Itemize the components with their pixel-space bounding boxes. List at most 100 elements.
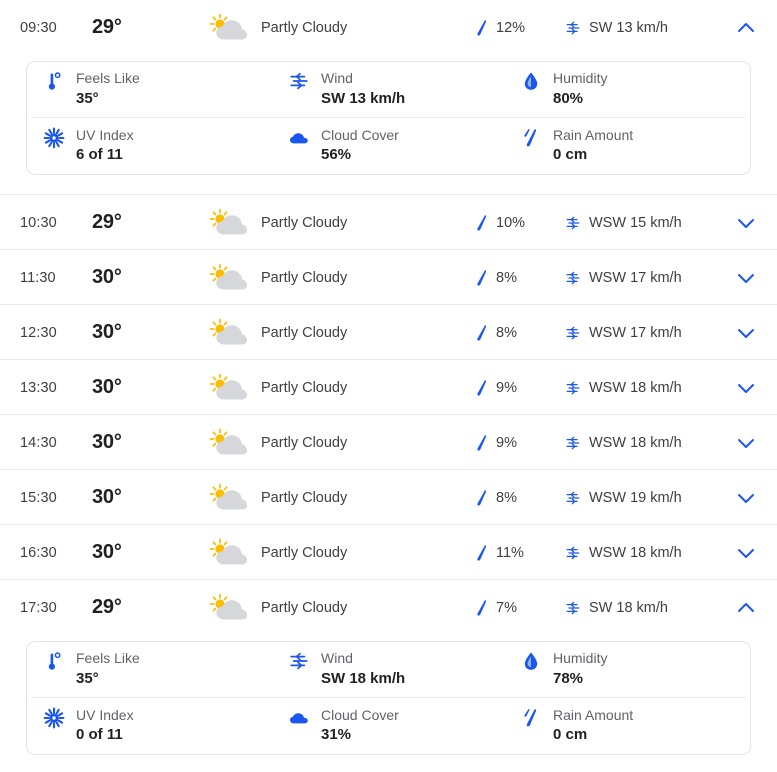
- hour-time: 17:30: [20, 599, 57, 616]
- thermometer-icon: [48, 652, 61, 671]
- hour-wind: WSW 18 km/h: [565, 379, 715, 397]
- rain-drops-icon: [524, 128, 537, 147]
- precipitation-value: 8%: [496, 269, 517, 286]
- partly-cloudy-icon: [209, 208, 247, 234]
- chevron-down-icon[interactable]: [735, 322, 757, 344]
- condition-label: Partly Cloudy: [261, 214, 348, 231]
- hourly-row[interactable]: 16:30 30° Partly Cloudy 11% WSW 18 km/h: [0, 525, 777, 580]
- hour-precipitation: 8%: [473, 324, 565, 342]
- detail-rain-amount: Rain Amount 0 cm: [508, 127, 746, 165]
- chevron-down-icon[interactable]: [735, 487, 757, 509]
- chevron-up-icon[interactable]: [735, 17, 757, 39]
- detail-label: Cloud Cover: [321, 126, 399, 143]
- expand-toggle[interactable]: [715, 597, 777, 619]
- hourly-row[interactable]: 10:30 29° Partly Cloudy 10% WSW 15 km/h: [0, 195, 777, 250]
- chevron-down-icon[interactable]: [735, 377, 757, 399]
- chevron-down-icon[interactable]: [735, 267, 757, 289]
- raindrop-icon: [477, 544, 487, 561]
- wind-icon: [566, 436, 580, 449]
- hourly-row[interactable]: 15:30 30° Partly Cloudy 8% WSW 19 km/h: [0, 470, 777, 525]
- hour-temperature: 29°: [92, 16, 122, 38]
- wind-value: WSW 15 km/h: [589, 214, 682, 231]
- hour-precipitation: 9%: [473, 434, 565, 452]
- detail-label: Wind: [321, 650, 353, 667]
- partly-cloudy-icon: [209, 428, 247, 454]
- detail-value: 6 of 11: [76, 146, 123, 164]
- detail-humidity: Humidity 80%: [508, 70, 746, 108]
- detail-cloud-cover: Cloud Cover 31%: [276, 707, 508, 745]
- hour-time: 16:30: [20, 544, 57, 561]
- hour-condition: Partly Cloudy: [197, 208, 473, 238]
- hourly-row[interactable]: 11:30 30° Partly Cloudy 8% WSW 17 km/h: [0, 250, 777, 305]
- condition-label: Partly Cloudy: [261, 19, 348, 36]
- detail-value: 35°: [76, 669, 99, 687]
- wind-icon: [290, 653, 308, 670]
- partly-cloudy-icon: [209, 318, 247, 344]
- hourly-row[interactable]: 14:30 30° Partly Cloudy 9% WSW 18 km/h: [0, 415, 777, 470]
- hour-condition: Partly Cloudy: [197, 428, 473, 458]
- detail-value: 80%: [553, 89, 584, 107]
- partly-cloudy-icon: [209, 373, 247, 399]
- hour-precipitation: 11%: [473, 544, 565, 562]
- hourly-row[interactable]: 09:30 29° Partly Cloudy 12% SW 13 km/h: [0, 0, 777, 55]
- hour-wind: WSW 19 km/h: [565, 489, 715, 507]
- detail-wind: Wind SW 18 km/h: [276, 650, 508, 688]
- hourly-row[interactable]: 13:30 30° Partly Cloudy 9% WSW 18 km/h: [0, 360, 777, 415]
- wind-icon: [566, 326, 580, 339]
- chevron-down-icon[interactable]: [735, 432, 757, 454]
- expand-toggle[interactable]: [715, 377, 777, 399]
- detail-label: UV Index: [76, 126, 134, 143]
- precipitation-value: 9%: [496, 379, 517, 396]
- hour-wind: WSW 18 km/h: [565, 434, 715, 452]
- raindrop-icon: [477, 324, 487, 341]
- hour-condition: Partly Cloudy: [197, 13, 473, 43]
- chevron-down-icon[interactable]: [735, 212, 757, 234]
- detail-label: UV Index: [76, 706, 134, 723]
- hour-wind: SW 18 km/h: [565, 599, 715, 617]
- hourly-forecast-list: 09:30 29° Partly Cloudy 12% SW 13 km/h F…: [0, 0, 777, 765]
- hour-time: 15:30: [20, 489, 57, 506]
- hour-temperature: 30°: [92, 431, 122, 453]
- precipitation-value: 12%: [496, 19, 526, 36]
- hour-wind: WSW 17 km/h: [565, 324, 715, 342]
- hour-precipitation: 8%: [473, 269, 565, 287]
- wind-icon: [566, 546, 580, 559]
- hour-precipitation: 9%: [473, 379, 565, 397]
- precipitation-value: 11%: [496, 544, 524, 561]
- hour-temperature: 29°: [92, 596, 122, 618]
- hour-precipitation: 7%: [473, 599, 565, 617]
- detail-label: Humidity: [553, 650, 608, 667]
- detail-feels-like: Feels Like 35°: [31, 70, 276, 108]
- partly-cloudy-icon: [209, 13, 247, 39]
- precipitation-value: 7%: [496, 599, 517, 616]
- wind-icon: [290, 73, 308, 90]
- sun-burst-icon: [43, 127, 65, 149]
- raindrop-icon: [477, 434, 487, 451]
- expand-toggle[interactable]: [715, 542, 777, 564]
- hour-time: 10:30: [20, 214, 57, 231]
- chevron-down-icon[interactable]: [735, 542, 757, 564]
- detail-rain-amount: Rain Amount 0 cm: [508, 707, 746, 745]
- expand-toggle[interactable]: [715, 267, 777, 289]
- hourly-row[interactable]: 17:30 29° Partly Cloudy 7% SW 18 km/h: [0, 580, 777, 635]
- precipitation-value: 8%: [496, 324, 517, 341]
- detail-feels-like: Feels Like 35°: [31, 650, 276, 688]
- expand-toggle[interactable]: [715, 487, 777, 509]
- expand-toggle[interactable]: [715, 17, 777, 39]
- condition-label: Partly Cloudy: [261, 544, 348, 561]
- wind-value: SW 13 km/h: [589, 19, 668, 36]
- expand-toggle[interactable]: [715, 432, 777, 454]
- detail-uv-index: UV Index 6 of 11: [31, 127, 276, 165]
- precipitation-value: 9%: [496, 434, 517, 451]
- detail-label: Cloud Cover: [321, 706, 399, 723]
- hour-time: 14:30: [20, 434, 57, 451]
- wind-value: WSW 18 km/h: [589, 434, 682, 451]
- detail-label: Wind: [321, 70, 353, 87]
- detail-value: 56%: [321, 146, 352, 164]
- hourly-row[interactable]: 12:30 30° Partly Cloudy 8% WSW 17 km/h: [0, 305, 777, 360]
- expand-toggle[interactable]: [715, 322, 777, 344]
- hour-temperature: 30°: [92, 321, 122, 343]
- expand-toggle[interactable]: [715, 212, 777, 234]
- chevron-up-icon[interactable]: [735, 597, 757, 619]
- hour-precipitation: 10%: [473, 214, 565, 232]
